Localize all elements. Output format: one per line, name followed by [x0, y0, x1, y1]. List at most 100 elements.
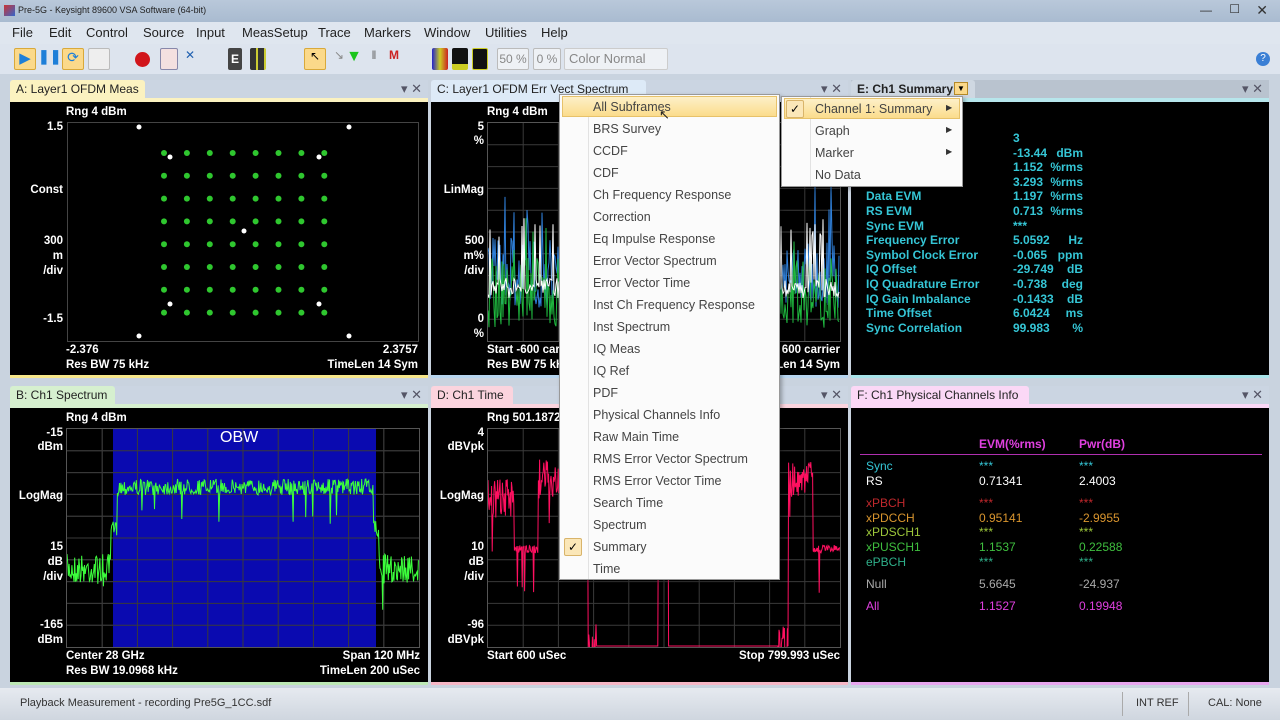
- menu-window[interactable]: Window: [424, 25, 470, 40]
- summary-label: Symbol Clock Error: [866, 247, 979, 262]
- close-button[interactable]: ✕: [1256, 2, 1268, 19]
- menu-item-iq-meas[interactable]: IQ Meas: [593, 338, 640, 360]
- x-left-label: -2.376: [66, 344, 99, 356]
- menu-item-inst-ch-frequency-response[interactable]: Inst Ch Frequency Response: [593, 294, 755, 316]
- recording-icon[interactable]: [160, 48, 178, 70]
- overlay-icon[interactable]: [472, 48, 488, 70]
- marker-peak-icon[interactable]: M: [386, 48, 402, 70]
- menu-item-error-vector-time[interactable]: Error Vector Time: [593, 272, 690, 294]
- play-icon[interactable]: ▶: [14, 48, 36, 70]
- constellation-point: [161, 150, 167, 156]
- menu-help[interactable]: Help: [541, 25, 568, 40]
- submenu-item-no-data[interactable]: No Data: [815, 164, 861, 186]
- menu-item-cdf[interactable]: CDF: [593, 162, 619, 184]
- constellation-point: [167, 154, 173, 160]
- submenu-item-graph[interactable]: Graph: [815, 120, 850, 142]
- panel-close-icon[interactable]: ▾ ✕: [1242, 81, 1263, 97]
- menu-meassetup[interactable]: MeasSetup: [242, 25, 308, 40]
- offset-percent-field[interactable]: 0 %: [533, 48, 561, 70]
- menu-trace[interactable]: Trace: [318, 25, 351, 40]
- menu-file[interactable]: File: [12, 25, 33, 40]
- menu-item-iq-ref[interactable]: IQ Ref: [593, 360, 629, 382]
- record-icon[interactable]: [135, 52, 150, 67]
- channel-pwr: 0.19948: [1079, 599, 1123, 613]
- constellation-point: [206, 195, 213, 202]
- menu-item-summary[interactable]: Summary: [593, 536, 646, 558]
- menu-item-search-time[interactable]: Search Time: [593, 492, 663, 514]
- constellation-point: [275, 150, 282, 156]
- constellation-point: [206, 286, 213, 293]
- summary-value: 3: [1013, 131, 1020, 145]
- maximize-button[interactable]: ☐: [1229, 2, 1240, 16]
- menu-source[interactable]: Source: [143, 25, 184, 40]
- menu-item-physical-channels-info[interactable]: Physical Channels Info: [593, 404, 720, 426]
- menu-item-ccdf[interactable]: CCDF: [593, 140, 628, 162]
- menu-item-time[interactable]: Time: [593, 558, 620, 580]
- summary-unit: Hz: [1068, 233, 1083, 248]
- zoom-percent-field[interactable]: 50 %: [497, 48, 529, 70]
- constellation-point: [252, 150, 259, 156]
- menu-item-pdf[interactable]: PDF: [593, 382, 618, 404]
- y-top-unit: dBVpk: [447, 441, 484, 453]
- spectrogram-icon[interactable]: [432, 48, 448, 70]
- menu-item-eq-impulse-response[interactable]: Eq Impulse Response: [593, 228, 715, 250]
- format-label: LogMag: [18, 490, 63, 502]
- help-icon[interactable]: ?: [1256, 52, 1270, 66]
- summary-value: 1.152: [1013, 160, 1044, 175]
- scale-unit-label: m%: [463, 250, 484, 262]
- menu-input[interactable]: Input: [196, 25, 225, 40]
- menu-item-brs-survey[interactable]: BRS Survey: [593, 118, 661, 140]
- menu-item-ch-frequency-response[interactable]: Ch Frequency Response: [593, 184, 731, 206]
- trace-data-dropdown-icon[interactable]: ▼: [954, 82, 968, 95]
- panel-close-icon[interactable]: ▾ ✕: [821, 387, 842, 403]
- scale-div-label: /div: [43, 265, 63, 277]
- menu-item-rms-error-vector-time[interactable]: RMS Error Vector Time: [593, 470, 722, 492]
- channel-pwr: ***: [1079, 555, 1094, 569]
- menu-item-inst-spectrum[interactable]: Inst Spectrum: [593, 316, 670, 338]
- pointer-icon[interactable]: ↖: [304, 48, 326, 70]
- summary-unit: ms: [1065, 306, 1083, 321]
- eject-icon[interactable]: ✕: [181, 48, 199, 70]
- submenu-item-marker[interactable]: Marker: [815, 142, 854, 164]
- channel-evm: 1.1537: [979, 540, 1016, 554]
- layout-icon[interactable]: [250, 48, 266, 70]
- channel-name: xPDCCH: [866, 511, 915, 525]
- panel-close-icon[interactable]: ▾ ✕: [1242, 387, 1263, 403]
- minimize-button[interactable]: —: [1200, 3, 1212, 17]
- menu-item-raw-main-time[interactable]: Raw Main Time: [593, 426, 679, 448]
- panel-close-icon[interactable]: ▾ ✕: [821, 81, 842, 97]
- menu-control[interactable]: Control: [86, 25, 128, 40]
- panel-f-title[interactable]: F: Ch1 Physical Channels Info: [851, 386, 1029, 404]
- y-top-label: 4: [477, 427, 484, 439]
- constellation-point: [183, 150, 190, 156]
- panel-a-title[interactable]: A: Layer1 OFDM Meas: [10, 80, 145, 98]
- constellation-point: [167, 301, 173, 307]
- menu-edit[interactable]: Edit: [49, 25, 71, 40]
- panel-b-title[interactable]: B: Ch1 Spectrum: [10, 386, 115, 404]
- panel-close-icon[interactable]: ▾ ✕: [401, 81, 422, 97]
- channel-name: Sync: [866, 459, 893, 473]
- menu-markers[interactable]: Markers: [364, 25, 411, 40]
- panel-d-title[interactable]: D: Ch1 Time: [431, 386, 513, 404]
- menu-item-rms-error-vector-spectrum[interactable]: RMS Error Vector Spectrum: [593, 448, 748, 470]
- e-icon[interactable]: E: [228, 48, 242, 70]
- color-mode-select[interactable]: Color Normal: [564, 48, 668, 70]
- marker-icon[interactable]: ▼: [346, 48, 362, 70]
- menu-item-error-vector-spectrum[interactable]: Error Vector Spectrum: [593, 250, 717, 272]
- menu-item-correction[interactable]: Correction: [593, 206, 651, 228]
- check-icon: ✓: [564, 538, 582, 556]
- y-bottom-label: 0: [477, 313, 484, 325]
- trace-icon[interactable]: [452, 48, 468, 70]
- band-marker-icon[interactable]: ‖: [368, 48, 380, 70]
- menu-utilities[interactable]: Utilities: [485, 25, 527, 40]
- loop-icon[interactable]: ⟳: [62, 48, 84, 70]
- mouse-cursor-icon: ↖: [659, 107, 670, 122]
- pause-icon[interactable]: ❚❚: [38, 48, 61, 70]
- menu-item-spectrum[interactable]: Spectrum: [593, 514, 647, 536]
- constellation-point: [298, 150, 305, 156]
- channel-evm: ***: [979, 459, 994, 473]
- resbw-label: Res BW 19.0968 kHz: [66, 665, 178, 677]
- submenu-item-channel-1-summary[interactable]: Channel 1: Summary: [815, 98, 932, 120]
- panel-close-icon[interactable]: ▾ ✕: [401, 387, 422, 403]
- single-icon[interactable]: [88, 48, 110, 70]
